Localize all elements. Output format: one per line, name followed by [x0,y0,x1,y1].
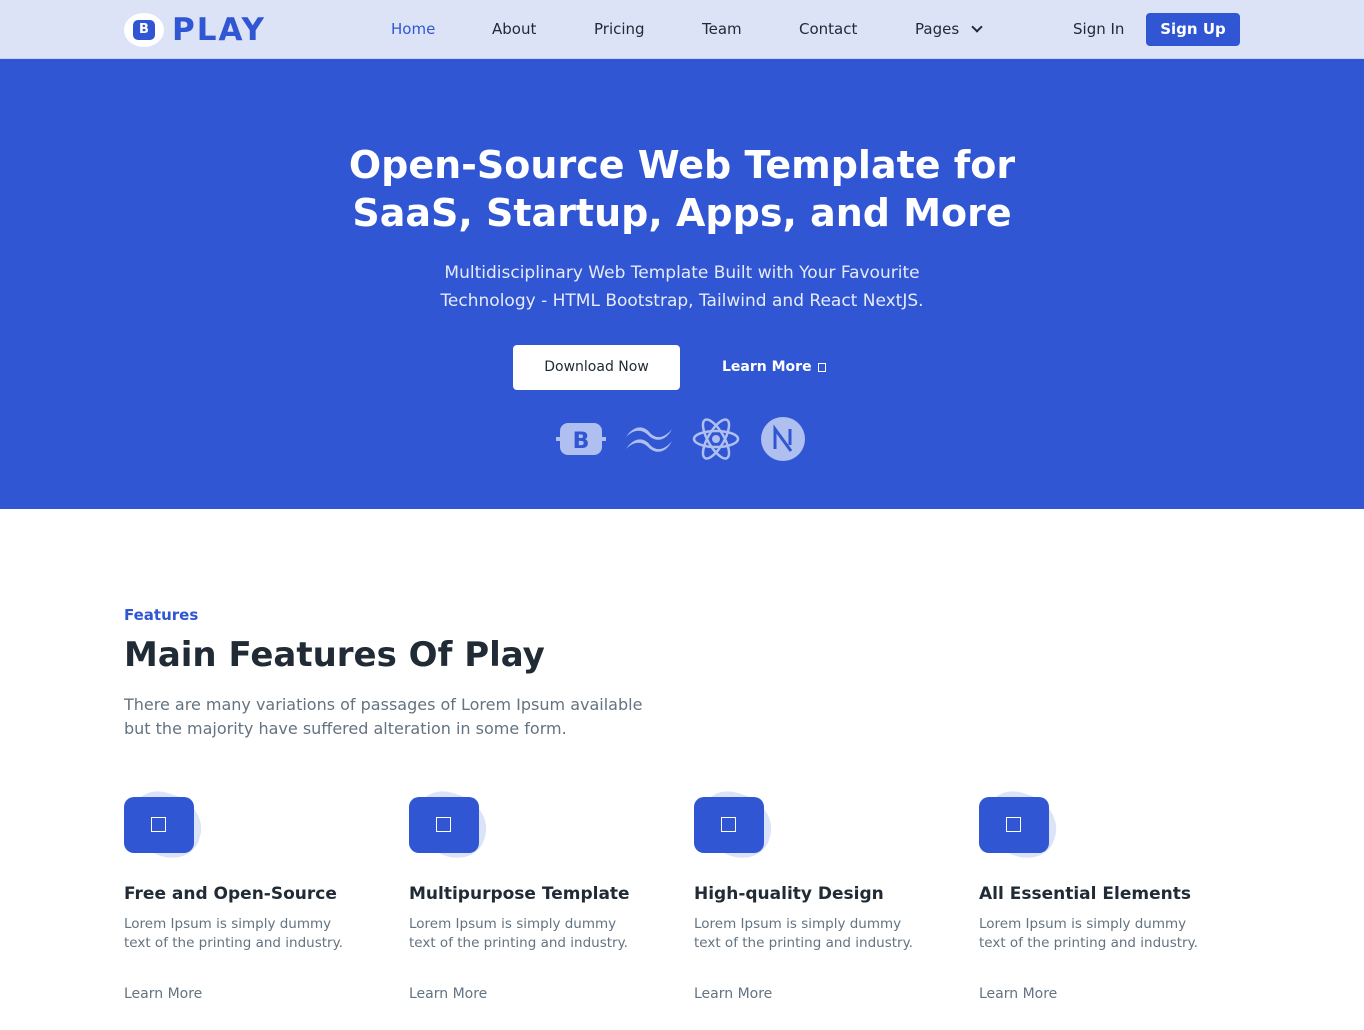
features-tag: Features [124,606,199,624]
feature-description: Lorem Ipsum is simply dummy text of the p… [694,915,952,953]
feature-description-line-1: Lorem Ipsum is simply dummy [124,916,332,932]
svg-text:B: B [573,429,590,454]
download-now-button[interactable]: Download Now [513,345,680,390]
feature-card: All Essential Elements Lorem Ipsum is si… [977,784,1239,1020]
square-icon [721,817,736,832]
feature-description: Lorem Ipsum is simply dummy text of the p… [409,915,667,953]
features-title: Main Features Of Play [124,635,545,675]
feature-description: Lorem Ipsum is simply dummy text of the p… [124,915,382,953]
features-description: There are many variations of passages of… [124,693,764,741]
hero-section: Open-Source Web Template for SaaS, Start… [0,59,1364,509]
hero-title: Open-Source Web Template for SaaS, Start… [282,141,1082,237]
nav-about[interactable]: About [492,20,536,38]
hero-title-line-1: Open-Source Web Template for [348,143,1016,187]
feature-icon [977,784,1065,866]
feature-description-line-1: Lorem Ipsum is simply dummy [409,916,617,932]
feature-description-line-1: Lorem Ipsum is simply dummy [979,916,1187,932]
sign-up-button[interactable]: Sign Up [1146,13,1240,46]
learn-more-link[interactable]: Learn More [722,359,826,375]
feature-icon [692,784,780,866]
nav-contact[interactable]: Contact [799,20,857,38]
hero-subtitle-line-2: Technology - HTML Bootstrap, Tailwind an… [440,291,924,311]
feature-card: Free and Open-Source Lorem Ipsum is simp… [122,784,384,1020]
hero-title-line-2: SaaS, Startup, Apps, and More [352,191,1012,235]
square-icon [1006,817,1021,832]
feature-title: All Essential Elements [979,884,1191,904]
feature-description-line-1: Lorem Ipsum is simply dummy [694,916,902,932]
top-navbar: B PLAY Home About Pricing Team Contact P… [0,0,1364,59]
feature-learn-more-link[interactable]: Learn More [979,986,1057,1002]
features-description-line-1: There are many variations of passages of… [124,695,643,714]
feature-learn-more-link[interactable]: Learn More [694,986,772,1002]
feature-title: High-quality Design [694,884,884,904]
square-icon [436,817,451,832]
feature-description: Lorem Ipsum is simply dummy text of the p… [979,915,1237,953]
feature-icon [407,784,495,866]
tailwind-icon[interactable] [624,417,674,461]
nav-home[interactable]: Home [391,20,435,38]
feature-description-line-2: text of the printing and industry. [124,935,343,951]
feature-learn-more-link[interactable]: Learn More [124,986,202,1002]
arrow-right-icon [817,363,826,372]
sign-in-link[interactable]: Sign In [1073,20,1124,38]
bootstrap-icon[interactable]: B [556,417,606,461]
learn-more-label: Learn More [722,359,812,375]
feature-title: Free and Open-Source [124,884,337,904]
hero-subtitle: Multidisciplinary Web Template Built wit… [382,259,982,315]
feature-description-line-2: text of the printing and industry. [694,935,913,951]
bootstrap-logo-icon: B [124,13,164,47]
nav-team[interactable]: Team [702,20,742,38]
hero-subtitle-line-1: Multidisciplinary Web Template Built wit… [444,263,920,283]
feature-learn-more-link[interactable]: Learn More [409,986,487,1002]
feature-icon [122,784,210,866]
react-icon[interactable] [691,417,741,461]
feature-title: Multipurpose Template [409,884,630,904]
feature-card: Multipurpose Template Lorem Ipsum is sim… [407,784,669,1020]
feature-card: High-quality Design Lorem Ipsum is simpl… [692,784,954,1020]
logo-text: PLAY [172,12,266,48]
nav-pages-label: Pages [915,20,960,38]
logo[interactable]: B PLAY [124,12,266,48]
feature-description-line-2: text of the printing and industry. [409,935,628,951]
square-icon [151,817,166,832]
nav-pricing[interactable]: Pricing [594,20,645,38]
nav-pages[interactable]: Pages [915,20,983,38]
features-description-line-2: but the majority have suffered alteratio… [124,719,567,738]
chevron-down-icon [971,21,983,33]
nextjs-icon[interactable] [758,417,808,461]
feature-description-line-2: text of the printing and industry. [979,935,1198,951]
